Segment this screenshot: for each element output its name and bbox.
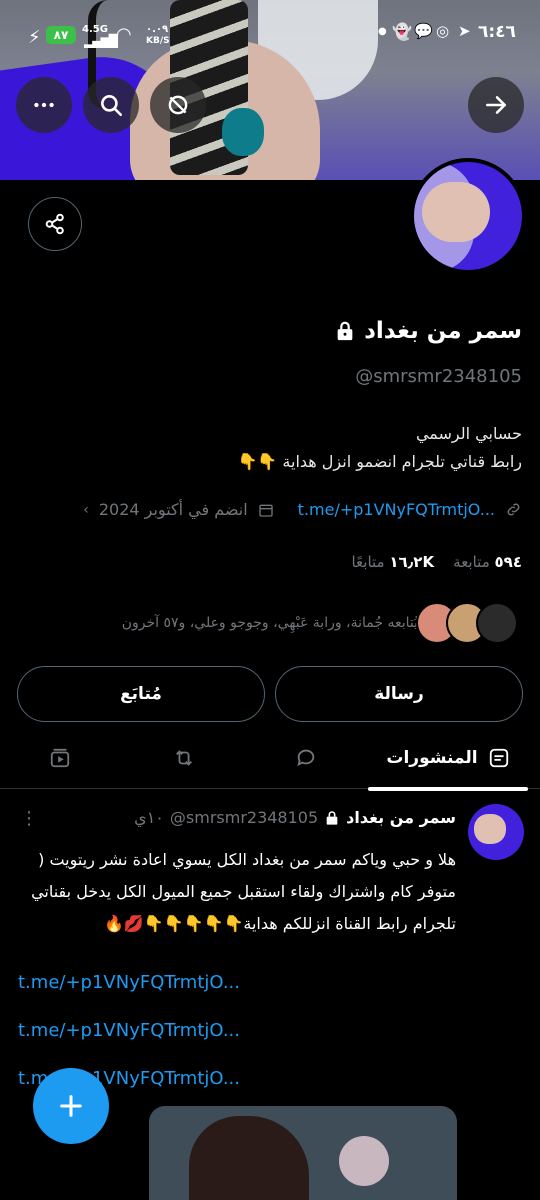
lock-icon (337, 321, 353, 341)
post-author-name[interactable]: سمر من بغداد (346, 808, 456, 827)
net-speed-unit: KB/S (146, 36, 170, 46)
tab-posts-label: المنشورات (386, 748, 478, 768)
post-time: ١٠ي (134, 808, 164, 827)
plus-icon (60, 1095, 82, 1117)
bio-line-2: رابط قناتي تلجرام انضمو انزل هداية 👇👇 (237, 448, 522, 476)
status-bar: ⚡ ٨٧ 4.5G ▂▄▆█ ◠ ٠.٠٩ KB/S ● 👻 💬 ◎ ➤ ٦:٤… (0, 0, 540, 70)
profile-meta: ‹ انضم في أكتوبر 2024 t.me/+p1VNyFQTrmtj… (83, 500, 522, 519)
followed-by-text: يُتابعه جُمانة، ورابة عَبْهِي، وجوجو وعل… (121, 615, 418, 631)
tab-replies[interactable] (270, 727, 342, 789)
arrow-right-icon (486, 96, 506, 114)
whatsapp-icon: ◎ (436, 22, 450, 40)
more-options-button[interactable] (16, 77, 72, 133)
bio-emojis: 👇👇 (237, 452, 278, 471)
following-button[interactable]: مُتابَع (17, 666, 265, 722)
bio-line-1: حسابي الرسمي (415, 424, 522, 443)
back-button[interactable] (468, 77, 524, 133)
more-icon (34, 102, 54, 108)
mute-button[interactable] (150, 77, 206, 133)
tab-reposts[interactable] (148, 727, 220, 789)
post-more-icon[interactable]: ⋮ (20, 808, 38, 829)
wifi-icon: ◠ (116, 24, 132, 45)
search-icon (101, 95, 123, 117)
following-count: ٥٩٤ (494, 553, 522, 571)
follower-avatar (476, 602, 518, 644)
followers-stat[interactable]: ١٦٫٢K متابعًا (351, 553, 434, 571)
reply-icon (297, 749, 315, 767)
net-speed-value: ٠.٠٩ (146, 24, 169, 35)
following-stat[interactable]: ٥٩٤ متابعة (453, 553, 522, 571)
post-media[interactable] (149, 1106, 457, 1200)
notification-dot-icon: ● (378, 26, 387, 37)
tab-posts[interactable]: المنشورات (368, 727, 528, 791)
post-text: هلا و حبي وياكم سمر من بغداد الكل يسوي ا… (31, 850, 456, 933)
profile-tabs: المنشورات (0, 727, 540, 791)
profile-avatar[interactable] (410, 158, 526, 274)
lock-icon (326, 810, 338, 825)
post-author-avatar[interactable] (468, 804, 524, 860)
mute-icon (168, 95, 188, 115)
chat-bubble-icon: 💬 (414, 22, 433, 40)
search-button[interactable] (83, 77, 139, 133)
video-icon (50, 748, 70, 768)
tab-media[interactable] (24, 727, 96, 789)
profile-link[interactable]: t.me/+p1VNyFQTrmtjO... (298, 500, 495, 519)
clock: ٦:٤٦ (478, 22, 516, 42)
post-header: سمر من بغداد @smrsmr2348105 ١٠ي (134, 808, 456, 827)
profile-bio: حسابي الرسمي رابط قناتي تلجرام انضمو انز… (237, 420, 522, 476)
bio-line-2-text: رابط قناتي تلجرام انضمو انزل هداية (282, 452, 522, 471)
followers-label: متابعًا (351, 553, 385, 571)
post-link-1[interactable]: t.me/+p1VNyFQTrmtjO... (18, 972, 240, 993)
chevron-left-icon[interactable]: ‹ (83, 502, 89, 518)
profile-name-text: سمر من بغداد (364, 318, 522, 344)
message-button[interactable]: رسالة (275, 666, 523, 722)
joined-date: انضم في أكتوبر 2024 (98, 500, 248, 519)
share-button[interactable] (28, 197, 82, 251)
battery-indicator: ٨٧ (46, 26, 76, 44)
link-icon (507, 503, 520, 516)
snapchat-icon: 👻 (392, 22, 412, 41)
posts-icon (489, 748, 508, 768)
profile-handle: @smrsmr2348105 (355, 366, 522, 387)
tab-indicator (368, 787, 528, 791)
signal-icon: ▂▄▆█ (84, 34, 118, 48)
telegram-icon: ➤ (458, 22, 471, 40)
follower-avatars (416, 602, 518, 644)
followers-count: ١٦٫٢K (389, 553, 435, 571)
repost-icon (176, 750, 192, 766)
calendar-icon (259, 504, 273, 517)
compose-button[interactable] (33, 1068, 109, 1144)
follow-counts: ٥٩٤ متابعة ١٦٫٢K متابعًا (351, 553, 522, 571)
profile-name: سمر من بغداد (334, 318, 522, 344)
charging-icon: ⚡ (28, 27, 41, 48)
followed-by-row[interactable]: يُتابعه جُمانة، ورابة عَبْهِي، وجوجو وعل… (122, 602, 522, 644)
share-icon (45, 213, 64, 235)
post-link-2[interactable]: t.me/+p1VNyFQTrmtjO... (18, 1020, 240, 1041)
following-label: متابعة (453, 553, 490, 571)
post-author-handle: @smrsmr2348105 (169, 808, 319, 827)
